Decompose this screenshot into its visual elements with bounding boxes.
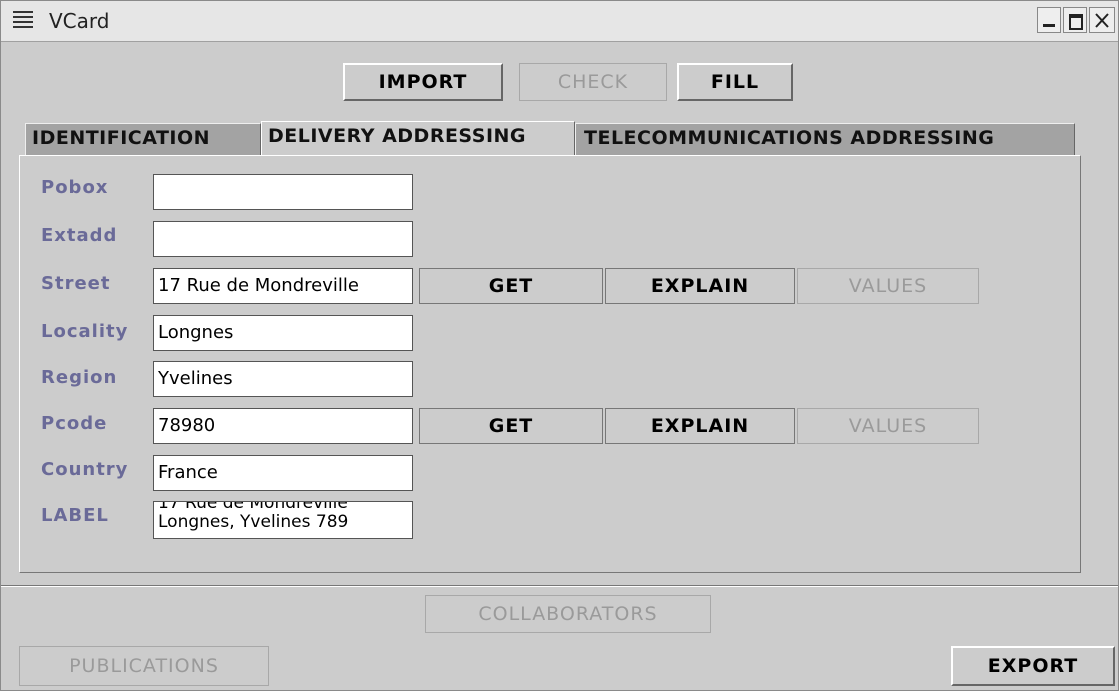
fill-button[interactable]: FILL: [677, 63, 793, 101]
extadd-label: Extadd: [41, 225, 118, 246]
import-button[interactable]: IMPORT: [343, 63, 503, 101]
maximize-icon[interactable]: [1063, 7, 1087, 33]
pcode-values-button[interactable]: VALUES: [797, 408, 979, 444]
publications-button[interactable]: PUBLICATIONS: [19, 646, 269, 686]
pcode-field[interactable]: 78980: [153, 408, 413, 444]
pobox-label: Pobox: [41, 177, 109, 198]
tab-telecommunications-addressing[interactable]: TELECOMMUNICATIONS ADDRESSING: [575, 123, 1075, 155]
collaborators-button[interactable]: COLLABORATORS: [425, 595, 711, 633]
street-values-button[interactable]: VALUES: [797, 268, 979, 304]
tab-delivery-addressing[interactable]: DELIVERY ADDRESSING: [261, 121, 575, 155]
locality-field[interactable]: Longnes: [153, 315, 413, 351]
footer-separator: [1, 585, 1118, 587]
window-menu-icon[interactable]: [11, 8, 35, 32]
window-title: VCard: [49, 9, 110, 33]
check-button[interactable]: CHECK: [519, 63, 667, 101]
pobox-field[interactable]: [153, 174, 413, 210]
pcode-explain-button[interactable]: EXPLAIN: [605, 408, 795, 444]
street-field[interactable]: 17 Rue de Mondreville: [153, 268, 413, 304]
street-get-button[interactable]: GET: [419, 268, 603, 304]
street-label: Street: [41, 273, 111, 294]
pcode-label: Pcode: [41, 413, 108, 434]
tab-identification[interactable]: IDENTIFICATION: [25, 123, 261, 155]
close-icon[interactable]: [1089, 7, 1115, 33]
minimize-icon[interactable]: [1037, 7, 1061, 33]
label-textarea[interactable]: 17 Rue de Mondreville Longnes, Yvelines …: [153, 501, 413, 539]
pcode-get-button[interactable]: GET: [419, 408, 603, 444]
vcard-window: VCard IMPORT CHECK FILL IDENTIFICATION D…: [0, 0, 1119, 691]
country-field[interactable]: France: [153, 455, 413, 491]
label-label: LABEL: [41, 505, 109, 526]
street-explain-button[interactable]: EXPLAIN: [605, 268, 795, 304]
title-bar[interactable]: VCard: [1, 1, 1118, 42]
region-field[interactable]: Yvelines: [153, 361, 413, 397]
locality-label: Locality: [41, 321, 129, 342]
label-text: 17 Rue de Mondreville Longnes, Yvelines …: [158, 501, 349, 532]
extadd-field[interactable]: [153, 221, 413, 257]
export-button[interactable]: EXPORT: [951, 646, 1115, 686]
region-label: Region: [41, 367, 118, 388]
country-label: Country: [41, 459, 129, 480]
